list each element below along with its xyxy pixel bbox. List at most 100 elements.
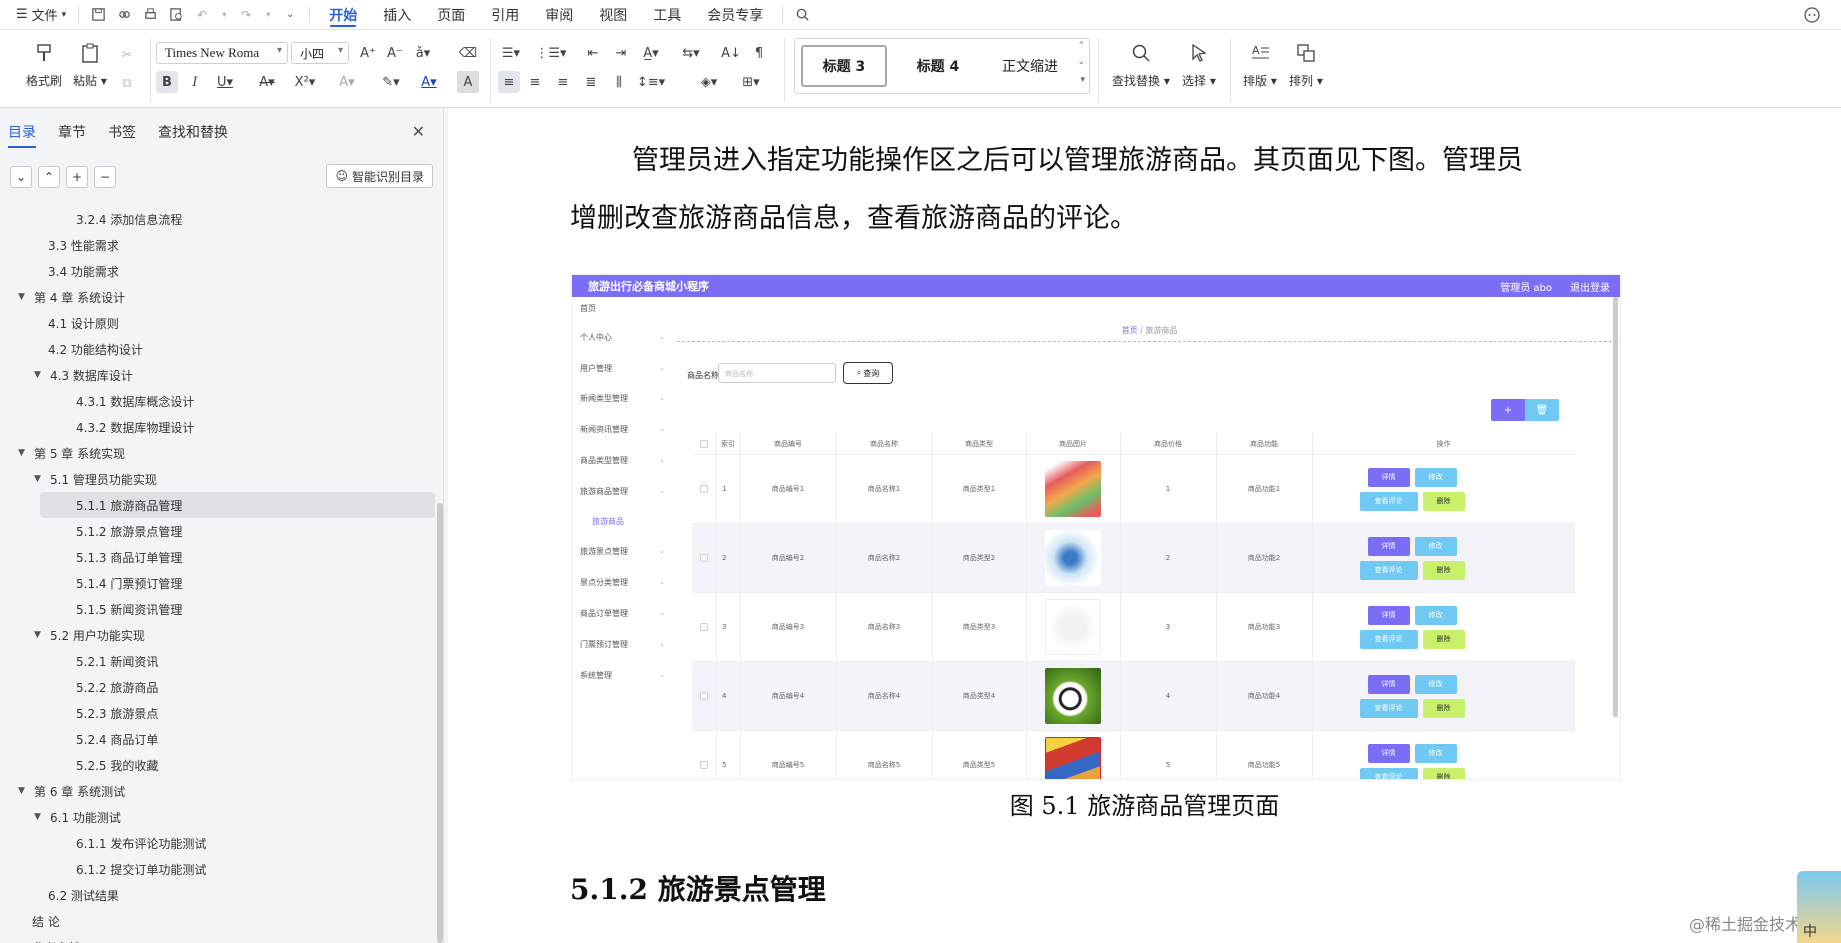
toc-item[interactable]: 3.2.4 添加信息流程 (0, 206, 430, 232)
caret-down-icon[interactable]: ▼ (34, 630, 46, 640)
clear-format-icon[interactable]: ⌫ (457, 42, 479, 64)
more-chevron-icon[interactable]: ⌄ (281, 6, 299, 24)
file-menu[interactable]: ☰ 文件 ▾ (10, 0, 72, 30)
save-icon[interactable] (89, 6, 107, 24)
tab-review[interactable]: 审阅 (532, 0, 586, 30)
toc-item[interactable]: 结 论 (0, 908, 430, 934)
caret-down-icon[interactable]: ▼ (18, 448, 30, 458)
toc-item[interactable]: 5.2.1 新闻资讯 (0, 648, 430, 674)
align-center-icon[interactable]: ≡ (524, 71, 546, 93)
tab-insert[interactable]: 插入 (370, 0, 424, 30)
toc-item[interactable]: 5.1.5 新闻资讯管理 (0, 596, 430, 622)
toc-item[interactable]: 5.1.2 旅游景点管理 (0, 518, 430, 544)
remove-icon[interactable]: − (94, 166, 116, 188)
toc-item[interactable]: 6.1.2 提交订单功能测试 (0, 856, 430, 882)
toc-item[interactable]: 5.1.3 商品订单管理 (0, 544, 430, 570)
highlight-icon[interactable]: ✎▾ (380, 71, 402, 93)
more-styles-icon[interactable]: ▾ (1080, 75, 1085, 85)
chevron-down-icon[interactable]: ▾ (259, 6, 277, 24)
underline-icon[interactable]: U▾ (214, 71, 236, 93)
increase-indent-icon[interactable]: ⇥ (610, 42, 632, 64)
close-icon[interactable]: ✕ (412, 122, 425, 141)
nav-tab-bookmarks[interactable]: 书签 (108, 122, 136, 142)
toc-item[interactable]: 5.2.2 旅游商品 (0, 674, 430, 700)
phonetic-icon[interactable]: ǎ▾ (412, 42, 434, 64)
nav-tab-toc[interactable]: 目录 (8, 122, 36, 148)
toc-item[interactable]: 3.4 功能需求 (0, 258, 430, 284)
text-effect-icon[interactable]: A▾ (336, 71, 358, 93)
layout-button[interactable]: A 排版 ▾ (1243, 40, 1277, 89)
arrange-button[interactable]: 排列 ▾ (1289, 40, 1323, 89)
borders-icon[interactable]: ⊞▾ (740, 71, 762, 93)
nav-tab-chapters[interactable]: 章节 (58, 122, 86, 142)
font-color-icon[interactable]: A▾ (418, 71, 440, 93)
caret-down-icon[interactable]: ▼ (18, 786, 30, 796)
toc-item[interactable]: ▼ 5.1 管理员功能实现 (0, 466, 430, 492)
caret-down-icon[interactable]: ▼ (34, 812, 46, 822)
align-right-icon[interactable]: ≡ (552, 71, 574, 93)
chevron-down-icon[interactable]: ▾ (215, 6, 233, 24)
toc-item[interactable]: 6.1.1 发布评论功能测试 (0, 830, 430, 856)
font-size-select[interactable]: 小四 ▾ (291, 42, 349, 64)
tab-member[interactable]: 会员专享 (694, 0, 776, 30)
toc-item[interactable]: 5.2.3 旅游景点 (0, 700, 430, 726)
style-heading-3[interactable]: 标题 3 (801, 45, 887, 87)
chevron-down-icon[interactable]: ⌄ (1077, 57, 1085, 67)
caret-down-icon[interactable]: ▼ (34, 370, 46, 380)
toc-item[interactable]: ▼ 第 4 章 系统设计 (0, 284, 430, 310)
add-icon[interactable]: + (66, 166, 88, 188)
italic-icon[interactable]: I (184, 71, 206, 93)
smart-toc-button[interactable]: ☺ 智能识别目录 (326, 164, 433, 188)
undo-icon[interactable]: ↶ (193, 6, 211, 24)
toc-item[interactable]: ▼ 第 6 章 系统测试 (0, 778, 430, 804)
style-body-indent[interactable]: 正文缩进 (987, 45, 1073, 87)
cut-icon[interactable]: ✂ (116, 44, 138, 66)
caret-down-icon[interactable]: ▼ (34, 474, 46, 484)
format-painter-button[interactable]: 格式刷 (26, 40, 62, 89)
text-direction-icon[interactable]: A̲▾ (640, 42, 662, 64)
toc-item[interactable]: 5.2.5 我的收藏 (0, 752, 430, 778)
toc-item[interactable]: 4.3.2 数据库物理设计 (0, 414, 430, 440)
find-replace-button[interactable]: 查找替换 ▾ (1112, 40, 1170, 89)
align-left-icon[interactable]: ≡ (498, 71, 520, 93)
cloud-icon[interactable] (1803, 6, 1821, 24)
justify-icon[interactable]: ≣ (580, 71, 602, 93)
nav-scrollbar[interactable] (437, 503, 443, 943)
collapse-icon[interactable]: ⌄ (10, 166, 32, 188)
char-shading-icon[interactable]: A (457, 71, 479, 93)
superscript-icon[interactable]: X²▾ (294, 71, 316, 93)
switch-icon[interactable]: ⇆▾ (680, 42, 702, 64)
print-icon[interactable] (141, 6, 159, 24)
line-spacing-icon[interactable]: ↕≡▾ (637, 71, 665, 93)
distribute-icon[interactable]: ⫼ (608, 71, 630, 93)
toc-item[interactable]: 3.3 性能需求 (0, 232, 430, 258)
tab-page[interactable]: 页面 (424, 0, 478, 30)
toc-item[interactable]: 4.2 功能结构设计 (0, 336, 430, 362)
nav-tab-find[interactable]: 查找和替换 (158, 122, 228, 142)
font-name-select[interactable]: Times New Roma ▾ (156, 42, 288, 64)
toc-item[interactable]: 4.1 设计原则 (0, 310, 430, 336)
toc-item[interactable]: 5.1.4 门票预订管理 (0, 570, 430, 596)
decrease-indent-icon[interactable]: ⇤ (582, 42, 604, 64)
expand-icon[interactable]: ⌃ (38, 166, 60, 188)
paste-button[interactable]: 粘贴 ▾ (73, 40, 107, 89)
toc-item[interactable]: ▼ 5.2 用户功能实现 (0, 622, 430, 648)
chevron-up-icon[interactable]: ⌃ (1077, 41, 1085, 51)
toc-item[interactable]: 5.2.4 商品订单 (0, 726, 430, 752)
corner-avatar[interactable]: 中 (1797, 871, 1841, 943)
grow-font-icon[interactable]: A⁺ (357, 42, 379, 64)
shrink-font-icon[interactable]: A⁻ (384, 42, 406, 64)
tab-tools[interactable]: 工具 (640, 0, 694, 30)
shading-icon[interactable]: ◈▾ (698, 71, 720, 93)
tab-references[interactable]: 引用 (478, 0, 532, 30)
toc-item[interactable]: 4.3.1 数据库概念设计 (0, 388, 430, 414)
toc-item[interactable]: 5.1.1 旅游商品管理 (40, 492, 435, 518)
select-button[interactable]: 选择 ▾ (1182, 40, 1216, 89)
print-preview-icon[interactable] (167, 6, 185, 24)
toc-item[interactable]: 参考文献 (0, 934, 430, 943)
caret-down-icon[interactable]: ▼ (18, 292, 30, 302)
toc-item[interactable]: 6.2 测试结果 (0, 882, 430, 908)
sort-icon[interactable]: A↓ (720, 42, 742, 64)
tab-home[interactable]: 开始 (316, 0, 370, 30)
search-icon[interactable] (793, 6, 811, 24)
